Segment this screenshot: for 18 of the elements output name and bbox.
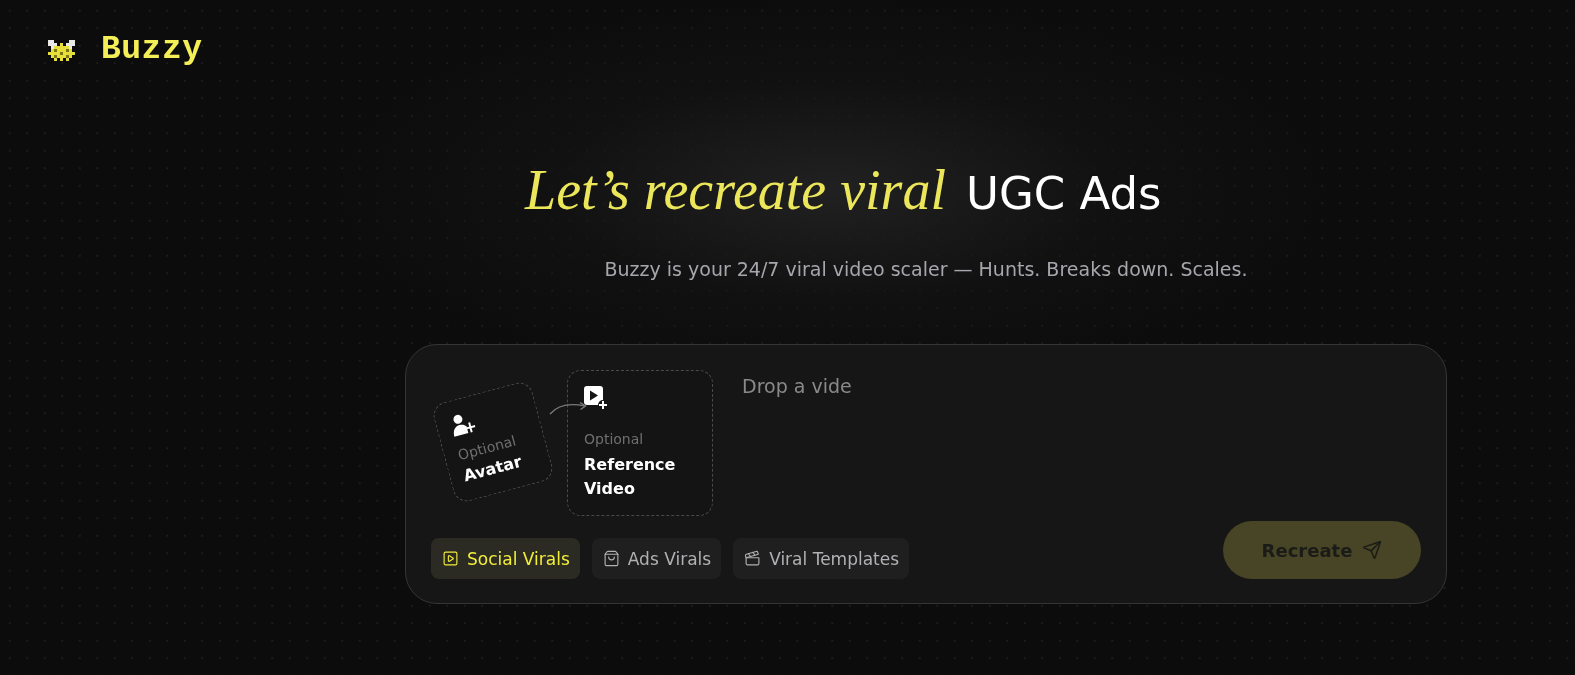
prompt-field[interactable]: Drop a vide — [742, 373, 1421, 493]
headline: UGC Ads — [965, 166, 1162, 222]
brand-name: Buzzy — [101, 36, 203, 64]
clapperboard-icon — [744, 550, 762, 567]
send-icon — [1362, 540, 1383, 560]
dropzone-label: Reference Video — [584, 454, 677, 500]
shopping-bag-icon — [602, 550, 620, 567]
bee-icon — [48, 39, 75, 61]
headline-highlight: Let’s recreate viral — [525, 160, 946, 220]
video-plus-icon — [584, 386, 608, 410]
subtitle: Buzzy is your 24/7 viral video scaler — Hunts. Breaks down. Scales. — [603, 257, 1249, 282]
mode-tab[interactable]: Social Virals — [431, 538, 580, 579]
hint-text: Optional — [584, 430, 645, 449]
play-square-icon — [442, 550, 459, 567]
mode-tab[interactable]: Viral Templates — [733, 538, 910, 579]
curved-arrow — [549, 400, 587, 415]
video-dropzone[interactable]: Optional Reference Video — [567, 370, 713, 516]
mode-tab[interactable]: Ads Virals — [591, 538, 722, 579]
